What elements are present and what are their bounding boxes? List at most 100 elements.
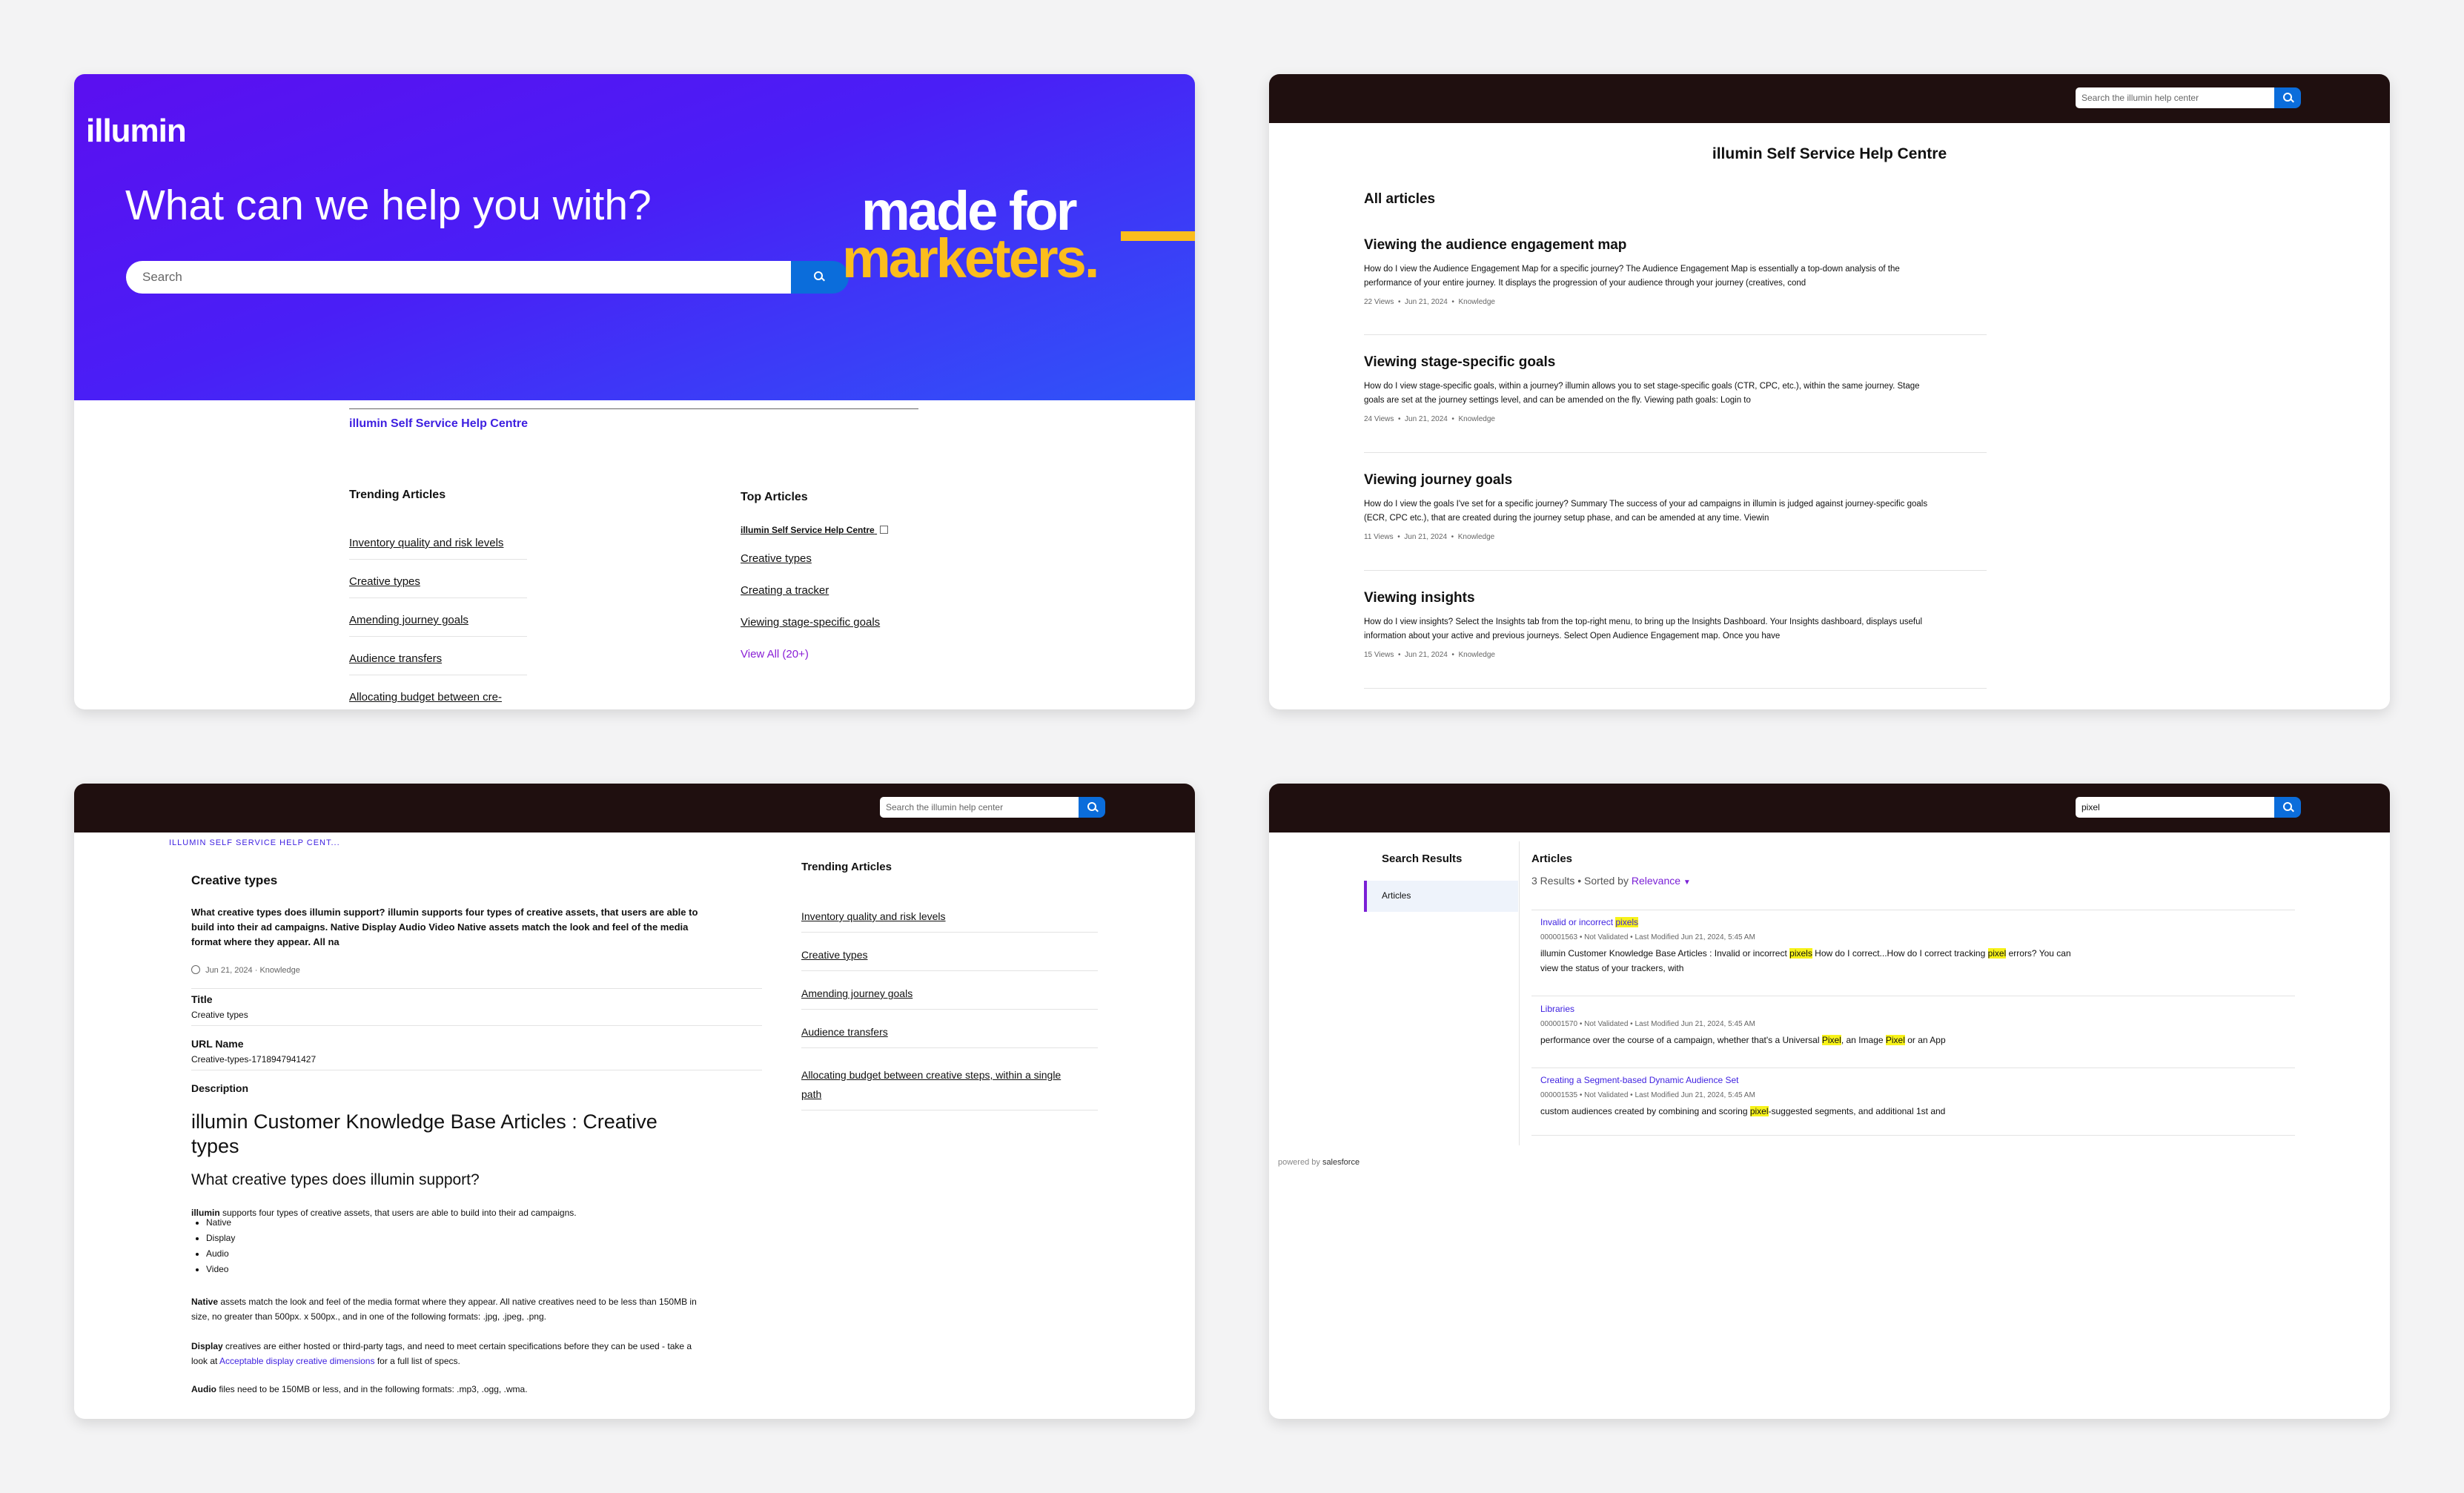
result-title[interactable]: Invalid or incorrect pixels [1540, 917, 2282, 927]
article-meta: Jun 21, 2024 · Knowledge [191, 965, 300, 975]
article-snippet: How do I view the goals I've set for a s… [1364, 500, 1928, 509]
trending-article-link[interactable]: Inventory quality and risk levels [801, 910, 946, 922]
field-title-label: Title [191, 993, 213, 1005]
divider [349, 559, 527, 560]
article-snippet: How do I view the Audience Engagement Ma… [1364, 265, 1900, 274]
paragraph-text: look at [191, 1356, 220, 1366]
highlight: Pixel [1885, 1035, 1905, 1045]
breadcrumb-link[interactable]: ILLUMIN SELF SERVICE HELP CENT... [169, 838, 340, 847]
divider [801, 1009, 1098, 1010]
top-article-link[interactable]: Creative types [741, 552, 812, 565]
summary-line: What creative types does illumin support… [191, 907, 698, 918]
article-snippet: performance of your entire journey. It d… [1364, 279, 1806, 288]
top-article-link[interactable]: Creating a tracker [741, 584, 829, 597]
intro-paragraph: illumin supports four types of creative … [191, 1208, 577, 1218]
article-snippet: information about your active and previo… [1364, 632, 1781, 640]
sidebar-item-label: Articles [1382, 890, 1411, 901]
article-title[interactable]: Viewing the audience engagement map [1364, 237, 1987, 254]
sidebar-title: Search Results [1382, 853, 1463, 865]
snippet-text: view the status of your trackers, with [1540, 963, 1684, 973]
hero-search-input[interactable]: Search [126, 261, 791, 294]
trending-article-link[interactable]: Allocating budget between cre- [349, 691, 502, 704]
link-line: Allocating budget between creative steps… [801, 1069, 1062, 1081]
result-snippet: illumin Customer Knowledge Base Articles… [1540, 946, 2282, 976]
article-type: Knowledge [259, 966, 300, 975]
highlight: pixel [1987, 948, 2007, 959]
bold-term: Native [191, 1297, 219, 1307]
display-dimensions-link[interactable]: Acceptable display creative dimensions [219, 1356, 374, 1366]
article-title[interactable]: Viewing journey goals [1364, 472, 1987, 489]
sidebar-item-articles[interactable]: Articles [1364, 881, 1518, 912]
illumin-logo[interactable]: illumin [86, 113, 187, 150]
trending-article-link[interactable]: Audience transfers [801, 1026, 888, 1038]
snippet-text: or an App [1904, 1035, 1946, 1045]
search-result: Libraries 000001570 • Not Validated • La… [1540, 1004, 2282, 1047]
divider [1531, 1135, 2295, 1136]
intro-text: supports four types of creative assets, … [219, 1208, 577, 1218]
trending-article-link[interactable]: Amending journey goals [801, 987, 913, 999]
article-item: Viewing insights How do I view insights?… [1364, 590, 1987, 659]
top-article-link[interactable]: Viewing stage-specific goals [741, 616, 880, 629]
chevron-down-icon: ▼ [1683, 878, 1691, 887]
search-input[interactable]: Search the illumin help center [880, 797, 1087, 818]
results-count: 3 Results [1531, 875, 1575, 887]
view-all-link[interactable]: View All (20+) [741, 648, 809, 661]
search-button[interactable] [2274, 797, 2301, 818]
views-count: 24 Views [1364, 415, 1394, 423]
list-item: Video [206, 1262, 235, 1277]
result-meta: 000001563 • Not Validated • Last Modifie… [1540, 933, 1755, 941]
trending-article-link[interactable]: Allocating budget between creative steps… [801, 1065, 1061, 1104]
h1-line: types [191, 1135, 239, 1157]
trending-article-link[interactable]: Inventory quality and risk levels [349, 537, 503, 549]
sidebar-divider [1519, 841, 1520, 1145]
tagline-accent-bar [1121, 231, 1195, 241]
powered-by-footer: powered by salesforce [1278, 1158, 1359, 1167]
trending-article-link[interactable]: Creative types [801, 949, 867, 961]
title-text: Invalid or incorrect [1540, 917, 1616, 927]
trending-article-link[interactable]: Audience transfers [349, 652, 442, 665]
search-input[interactable]: Search the illumin help center [2076, 87, 2283, 108]
breadcrumb-link[interactable]: illumin Self Service Help Centre [349, 417, 528, 431]
paragraph-text: creatives are either hosted or third-par… [222, 1341, 692, 1351]
trending-article-link[interactable]: Amending journey goals [349, 614, 468, 626]
hero-search-button[interactable] [791, 261, 849, 294]
sorted-by-label: Sorted by [1584, 875, 1629, 887]
display-paragraph: Display creatives are either hosted or t… [191, 1339, 777, 1368]
snippet-text: performance over the course of a campaig… [1540, 1035, 1822, 1045]
top-article-label: illumin Self Service Help Centre [741, 525, 875, 535]
article-title[interactable]: Viewing insights [1364, 590, 1987, 606]
powered-by-label: powered by [1278, 1158, 1320, 1167]
views-count: 15 Views [1364, 651, 1394, 659]
snippet-text: custom audiences created by combining an… [1540, 1106, 1750, 1116]
trending-article-link[interactable]: Creative types [349, 575, 420, 588]
search-icon [1087, 802, 1096, 811]
highlight: Pixel [1821, 1035, 1841, 1045]
article-date: Jun 21, 2024 [1405, 651, 1448, 659]
search-result: Creating a Segment-based Dynamic Audienc… [1540, 1075, 2282, 1119]
divider [191, 1025, 762, 1026]
divider [1364, 334, 1987, 335]
result-meta: 000001535 • Not Validated • Last Modifie… [1540, 1091, 1755, 1099]
page-title: illumin Self Service Help Centre [1712, 145, 1947, 162]
highlight: pixel [1749, 1106, 1769, 1116]
article-title[interactable]: Viewing stage-specific goals [1364, 354, 1987, 371]
search-button[interactable] [1079, 797, 1105, 818]
search-input[interactable]: pixel [2076, 797, 2283, 818]
result-title[interactable]: Libraries [1540, 1004, 2282, 1014]
highlight: pixels [1789, 948, 1812, 959]
search-button[interactable] [2274, 87, 2301, 108]
trending-articles-heading: Trending Articles [801, 861, 892, 873]
article-detail-panel: Search the illumin help center ILLUMIN S… [74, 784, 1195, 1419]
article-snippet: How do I view stage-specific goals, with… [1364, 382, 1920, 391]
divider [801, 1047, 1098, 1048]
tagline-marketers: marketers. [842, 228, 1099, 289]
snippet-text: -suggested segments, and additional 1st … [1768, 1106, 1946, 1116]
sort-dropdown[interactable]: Relevance ▼ [1632, 875, 1691, 887]
result-title[interactable]: Creating a Segment-based Dynamic Audienc… [1540, 1075, 2282, 1085]
article-item: Viewing the audience engagement map How … [1364, 237, 1987, 306]
results-heading: Articles [1531, 853, 1573, 865]
top-articles-heading: Top Articles [741, 491, 808, 503]
all-articles-panel: Search the illumin help center illumin S… [1269, 74, 2390, 709]
top-article-link[interactable]: illumin Self Service Help Centre [741, 525, 889, 535]
salesforce-logo[interactable]: salesforce [1322, 1158, 1359, 1167]
